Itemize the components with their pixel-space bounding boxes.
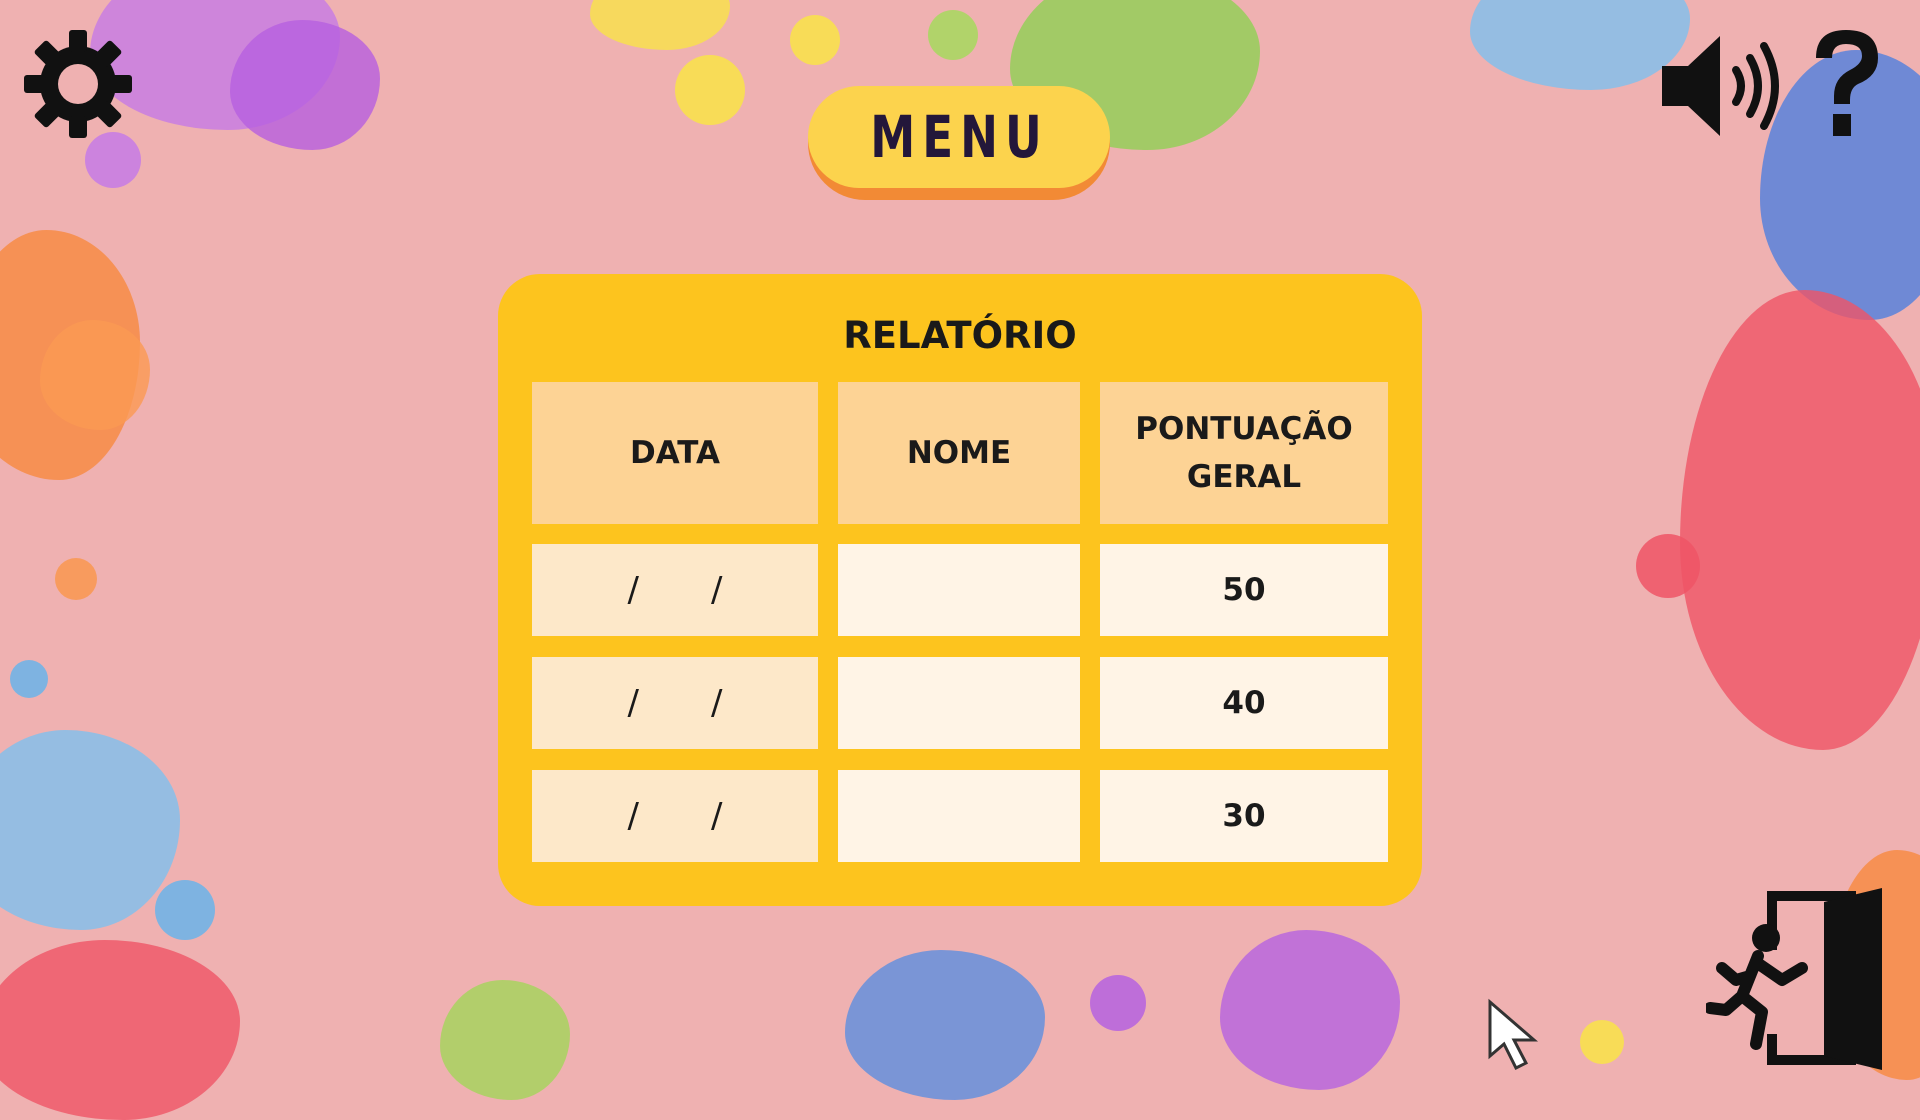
date-separator: / xyxy=(627,683,639,723)
column-header-pontuacao: PONTUAÇÃO GERAL xyxy=(1100,382,1388,524)
column-header-data: DATA xyxy=(532,382,818,524)
score-cell: 30 xyxy=(1100,770,1388,862)
sound-toggle-button[interactable] xyxy=(1658,32,1788,140)
score-cell: 40 xyxy=(1100,657,1388,749)
name-cell[interactable] xyxy=(838,657,1080,749)
column-header-nome: NOME xyxy=(838,382,1080,524)
score-cell: 50 xyxy=(1100,544,1388,636)
exit-button[interactable] xyxy=(1704,884,1886,1070)
menu-button-label: MENU xyxy=(869,103,1049,171)
report-title: RELATÓRIO xyxy=(843,314,1077,357)
help-button[interactable] xyxy=(1806,24,1886,142)
date-separator: / xyxy=(711,570,723,610)
date-separator: / xyxy=(627,796,639,836)
speaker-icon xyxy=(1662,36,1779,136)
question-mark-icon xyxy=(1816,30,1878,136)
date-cell[interactable]: / / xyxy=(532,657,818,749)
mouse-pointer-icon xyxy=(1488,998,1539,1071)
date-separator: / xyxy=(711,796,723,836)
settings-button[interactable] xyxy=(22,28,134,140)
menu-button[interactable]: MENU xyxy=(808,86,1110,200)
report-panel: RELATÓRIO DATA NOME PONTUAÇÃO GERAL / / … xyxy=(498,274,1422,906)
name-cell[interactable] xyxy=(838,770,1080,862)
date-separator: / xyxy=(711,683,723,723)
date-cell[interactable]: / / xyxy=(532,544,818,636)
date-separator: / xyxy=(627,570,639,610)
gear-icon xyxy=(24,30,132,138)
name-cell[interactable] xyxy=(838,544,1080,636)
date-cell[interactable]: / / xyxy=(532,770,818,862)
mouse-pointer xyxy=(1486,998,1556,1074)
menu-button-face: MENU xyxy=(808,86,1110,188)
exit-door-icon xyxy=(1704,888,1882,1070)
